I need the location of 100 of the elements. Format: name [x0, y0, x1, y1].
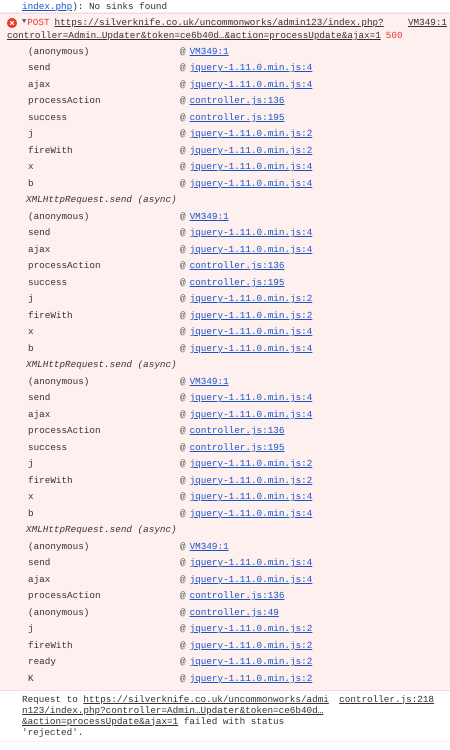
function-name: processAction [28, 589, 102, 602]
request-url[interactable]: n123/index.php?controller=Admin…Updater&token=ce6b40d… [22, 704, 324, 716]
function-name: j [28, 127, 35, 140]
function-name: (anonymous) [28, 606, 90, 619]
source-link[interactable]: controller.js:218 [339, 694, 434, 704]
function-name: (anonymous) [28, 210, 90, 223]
function-name: success [28, 276, 68, 289]
source-link[interactable]: jquery-1.11.0.min.js:4 [190, 391, 312, 404]
source-link[interactable]: controller.js:136 [190, 94, 284, 108]
source-link[interactable]: jquery-1.11.0.min.js:2 [190, 638, 312, 652]
source-link[interactable]: controller.js:195 [190, 440, 284, 454]
at-sign: @ [180, 61, 186, 74]
function-name: (anonymous) [28, 44, 90, 58]
at-sign: @ [180, 308, 186, 322]
source-link[interactable]: jquery-1.11.0.min.js:4 [190, 78, 312, 91]
at-sign: @ [180, 638, 186, 652]
at-sign: @ [180, 540, 186, 553]
source-link[interactable]: VM349:1 [190, 374, 229, 388]
function-name: j [28, 622, 35, 636]
request-url[interactable]: https://silverknife.co.uk/uncommonworks/admin123/index.php? [54, 16, 384, 29]
at-sign: @ [180, 276, 186, 289]
message-text: index.php): No sinks found [22, 0, 168, 12]
source-link[interactable]: jquery-1.11.0.min.js:2 [190, 292, 312, 306]
status-code: 500 [386, 29, 403, 42]
function-name: b [28, 342, 35, 355]
source-link[interactable]: jquery-1.11.0.min.js:4 [190, 572, 312, 586]
at-sign: @ [180, 110, 186, 124]
source-link[interactable]: jquery-1.11.0.min.js:4 [190, 490, 312, 504]
source-link[interactable]: jquery-1.11.0.min.js:2 [190, 144, 312, 157]
source-link[interactable]: jquery-1.11.0.min.js:2 [190, 655, 312, 668]
log-message: Request to https://silverknife.co.uk/uncommonworks/admi n123/index.php?controller=Admin…Updater&token=ce6b40d… &action=processUpdate&ajax=1 failed with status 'rejected'. [22, 694, 330, 738]
source-link[interactable]: jquery-1.11.0.min.js:4 [190, 408, 312, 421]
source-link[interactable]: index.php [22, 1, 72, 12]
request-url[interactable]: controller=Admin…Updater&token=ce6b40d…&action=processUpdate&ajax=1 [7, 29, 381, 42]
at-sign: @ [180, 408, 186, 421]
function-name: (anonymous) [28, 540, 90, 553]
source-link[interactable]: jquery-1.11.0.min.js:4 [190, 61, 312, 74]
at-sign: @ [180, 474, 186, 487]
source-link[interactable]: controller.js:49 [190, 606, 279, 619]
at-sign: @ [180, 572, 186, 586]
at-sign: @ [180, 672, 186, 685]
source-link[interactable]: jquery-1.11.0.min.js:2 [190, 457, 312, 470]
async-separator: XMLHttpRequest.send (async) [26, 358, 177, 372]
source-link[interactable]: controller.js:136 [190, 259, 284, 272]
function-name: b [28, 176, 35, 190]
source-link[interactable]: jquery-1.11.0.min.js:2 [190, 308, 312, 322]
function-name: send [28, 556, 52, 570]
at-sign: @ [180, 242, 186, 256]
async-separator: XMLHttpRequest.send (async) [26, 193, 177, 206]
source-link[interactable]: controller.js:136 [190, 424, 284, 438]
source-link[interactable]: jquery-1.11.0.min.js:4 [190, 176, 312, 190]
source-link[interactable]: jquery-1.11.0.min.js:2 [190, 622, 312, 636]
at-sign: @ [180, 457, 186, 470]
function-name: processAction [28, 94, 102, 108]
source-link[interactable]: jquery-1.11.0.min.js:4 [190, 226, 312, 240]
function-name: success [28, 440, 68, 454]
function-name: j [28, 292, 35, 306]
function-name: x [28, 490, 35, 504]
function-name: send [28, 61, 52, 74]
source-link[interactable]: controller.js:195 [190, 110, 284, 124]
at-sign: @ [180, 655, 186, 668]
at-sign: @ [180, 210, 186, 223]
source-link[interactable]: jquery-1.11.0.min.js:4 [190, 160, 312, 174]
at-sign: @ [180, 176, 186, 190]
function-name: fireWith [28, 308, 74, 322]
function-name: (anonymous) [28, 374, 90, 388]
source-link[interactable]: jquery-1.11.0.min.js:4 [190, 506, 312, 520]
request-url[interactable]: https://silverknife.co.uk/uncommonworks/admi [83, 694, 329, 704]
function-name: send [28, 391, 52, 404]
source-link[interactable]: controller.js:195 [190, 276, 284, 289]
function-name: fireWith [28, 474, 74, 487]
at-sign: @ [180, 606, 186, 619]
source-link[interactable]: VM349:1 [408, 16, 447, 29]
request-method: POST [27, 16, 50, 29]
at-sign: @ [180, 556, 186, 570]
at-sign: @ [180, 226, 186, 240]
at-sign: @ [180, 440, 186, 454]
request-url[interactable]: &action=processUpdate&ajax=1 [22, 716, 178, 726]
source-link[interactable]: jquery-1.11.0.min.js:4 [190, 242, 312, 256]
function-name: b [28, 506, 35, 520]
at-sign: @ [180, 144, 186, 157]
source-link[interactable]: jquery-1.11.0.min.js:2 [190, 672, 312, 685]
source-link[interactable]: VM349:1 [190, 210, 229, 223]
async-separator: XMLHttpRequest.send (async) [26, 523, 177, 536]
at-sign: @ [180, 127, 186, 140]
at-sign: @ [180, 622, 186, 636]
function-name: ajax [28, 408, 52, 421]
source-link[interactable]: jquery-1.11.0.min.js:4 [190, 342, 312, 355]
source-link[interactable]: jquery-1.11.0.min.js:2 [190, 127, 312, 140]
at-sign: @ [180, 259, 186, 272]
function-name: fireWith [28, 144, 74, 157]
source-link[interactable]: jquery-1.11.0.min.js:4 [190, 556, 312, 570]
source-link[interactable]: controller.js:136 [190, 589, 284, 602]
at-sign: @ [180, 589, 186, 602]
source-link[interactable]: VM349:1 [190, 44, 229, 58]
at-sign: @ [180, 160, 186, 174]
source-link[interactable]: VM349:1 [190, 540, 229, 553]
source-link[interactable]: jquery-1.11.0.min.js:4 [190, 325, 312, 338]
function-name: ajax [28, 78, 52, 91]
source-link[interactable]: jquery-1.11.0.min.js:2 [190, 474, 312, 487]
